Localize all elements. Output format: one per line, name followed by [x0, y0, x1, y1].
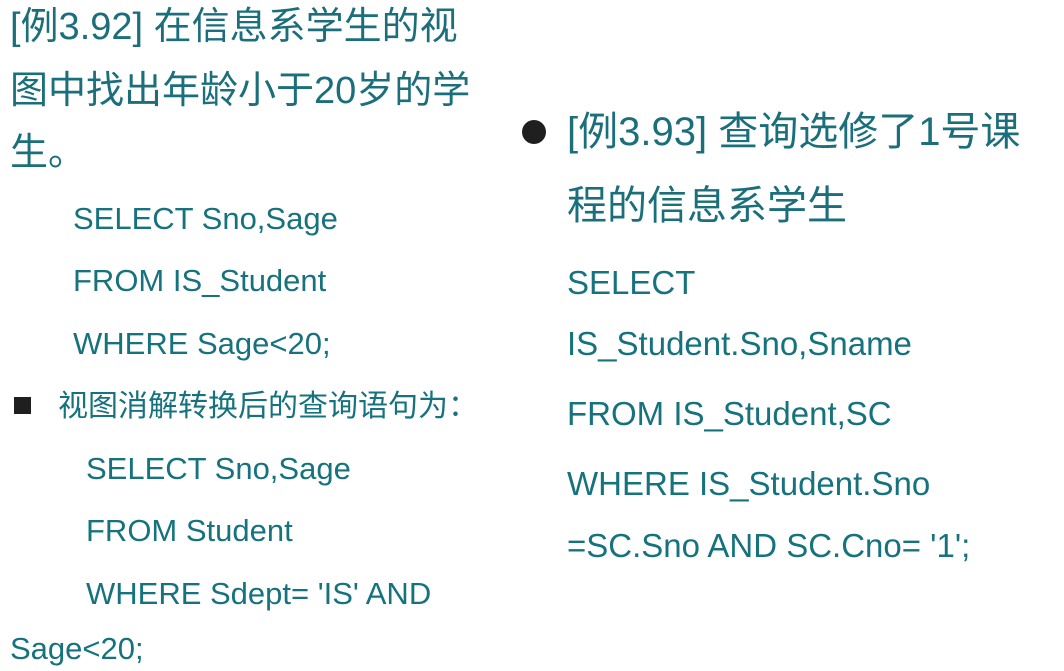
- example-3-93-line-2: 程的信息系学生: [567, 184, 847, 228]
- resolved-query-where-cont: Sage<20;: [10, 631, 144, 666]
- square-bullet-icon: [14, 397, 31, 414]
- example-3-93-line-1: [例3.93] 查询选修了1号课: [567, 110, 1021, 154]
- resolved-query-select: SELECT Sno,Sage: [86, 451, 351, 486]
- resolved-query-from: FROM Student: [86, 513, 293, 548]
- example-3-92-line-1: [例3.92] 在信息系学生的视: [10, 6, 458, 48]
- example-3-92-line-3: 生。: [10, 132, 87, 174]
- resolution-note: 视图消解转换后的查询语句为：: [58, 390, 478, 423]
- query-select-columns: IS_Student.Sno,Sname: [567, 325, 912, 362]
- round-bullet-icon: [522, 120, 546, 144]
- view-query-where: WHERE Sage<20;: [73, 326, 331, 361]
- view-query-from: FROM IS_Student: [73, 263, 327, 298]
- query-where-cont: =SC.Sno AND SC.Cno= '1';: [567, 527, 971, 564]
- query-from: FROM IS_Student,SC: [567, 395, 892, 432]
- query-where: WHERE IS_Student.Sno: [567, 465, 931, 502]
- resolved-query-where: WHERE Sdept= 'IS' AND: [86, 576, 432, 611]
- example-3-92-line-2: 图中找出年龄小于20岁的学: [10, 70, 471, 112]
- view-query-select: SELECT Sno,Sage: [73, 201, 338, 236]
- query-select: SELECT: [567, 264, 696, 301]
